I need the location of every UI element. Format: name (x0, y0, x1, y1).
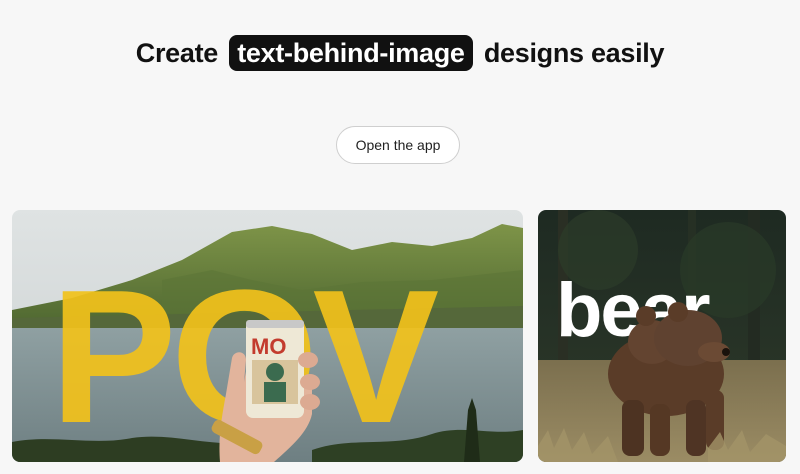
bear-example-image: bear (538, 210, 786, 462)
hero-headline: Create text-behind-image designs easily (0, 33, 800, 73)
example-card-pov: POV MO (12, 210, 523, 462)
can-label-text: MO (251, 334, 286, 359)
headline-text-before: Create (135, 38, 219, 68)
headline-text-after: designs easily (483, 38, 665, 68)
landing-page: Create text-behind-image designs easily … (0, 0, 800, 474)
pov-example-image: POV MO (12, 210, 523, 462)
example-card-bear: bear (538, 210, 786, 462)
headline-highlight: text-behind-image (229, 35, 473, 71)
open-app-button[interactable]: Open the app (336, 126, 460, 164)
